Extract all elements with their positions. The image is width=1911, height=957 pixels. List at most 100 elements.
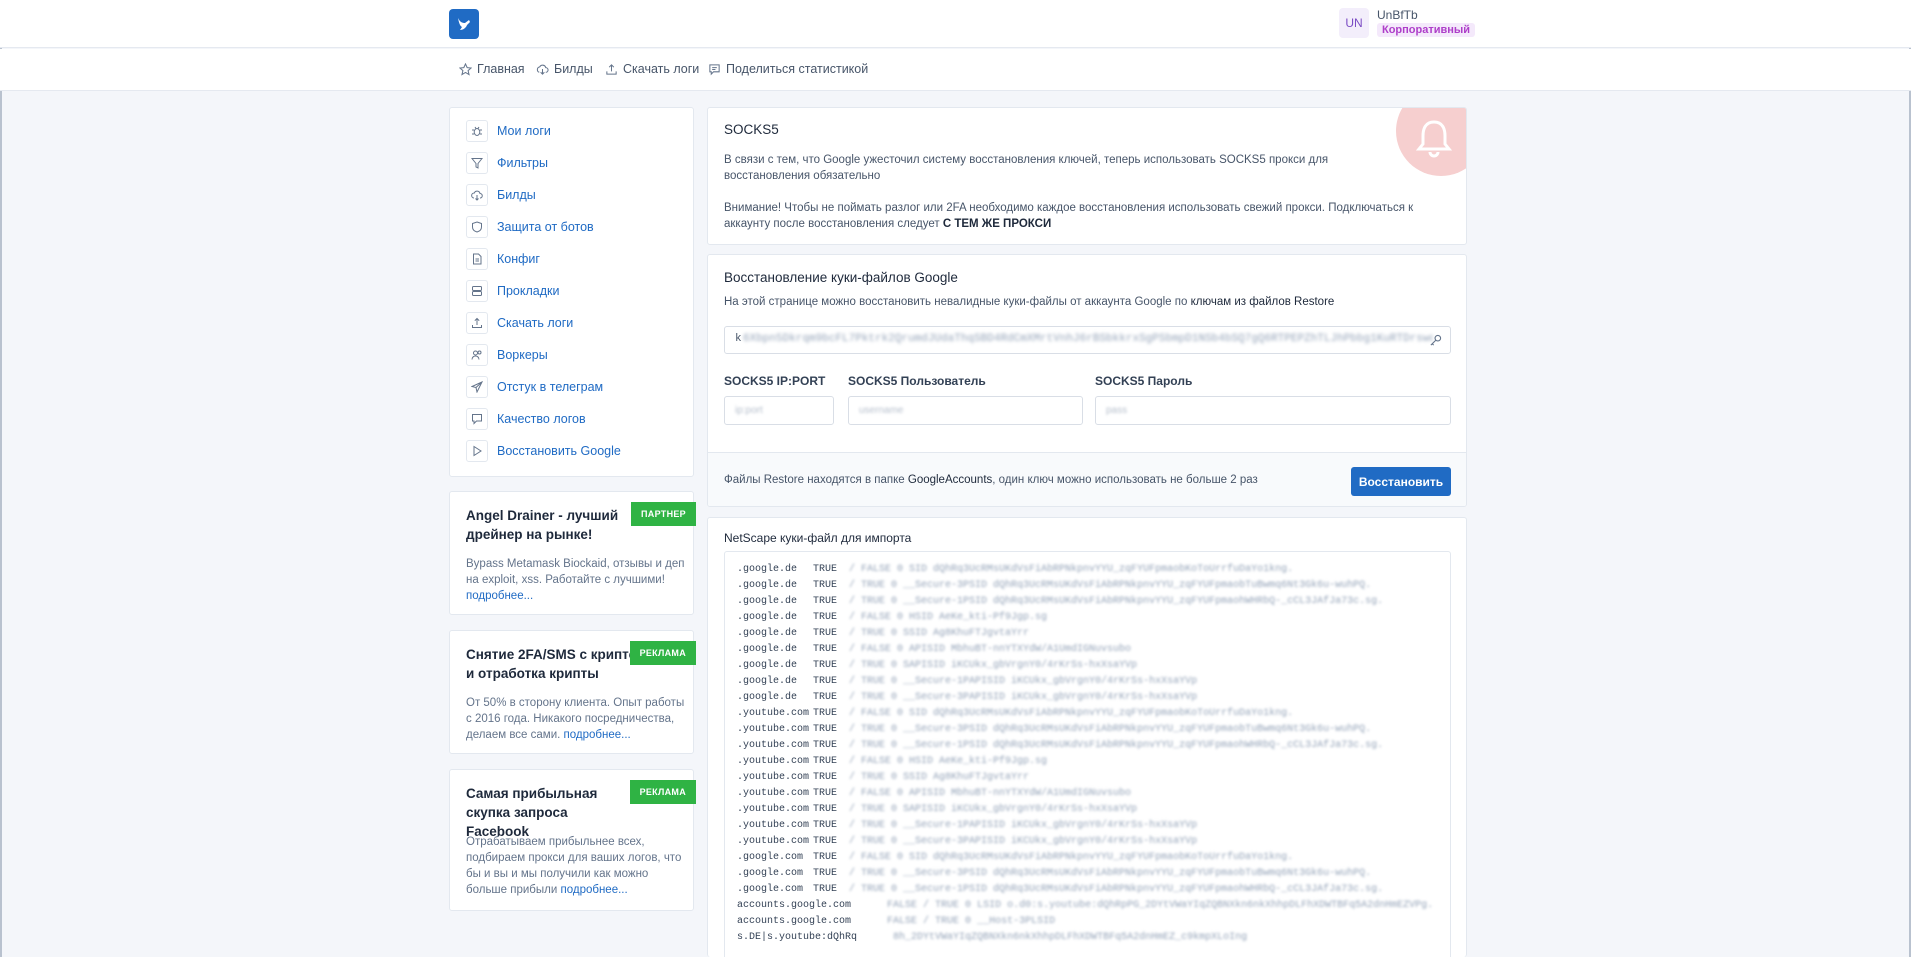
ad-more-link[interactable]: подробнее... xyxy=(564,729,631,741)
field-label-user: SOCKS5 Пользователь xyxy=(848,374,986,388)
cookie-line: .youtube.com TRUE / TRUE 0 __Secure-1PAPI… xyxy=(737,820,1198,831)
sidebar-item-label: Мои логи xyxy=(497,124,551,138)
nav-item-share-stats[interactable]: Поделиться статистикой xyxy=(708,62,868,76)
socks5-notice-text: В связи с тем, что Google ужесточил сист… xyxy=(724,154,1329,182)
cookie-line: accounts.google.com FALSE / TRUE 0 LSID … xyxy=(737,900,1434,911)
ad-badge: РЕКЛАМА xyxy=(629,780,696,804)
ad-badge: ПАРТНЕР xyxy=(631,502,696,526)
ad-text: От 50% в сторону клиента. Опыт работы с … xyxy=(466,697,685,741)
logo[interactable] xyxy=(449,9,479,39)
sidebar-item-label: Защита от ботов xyxy=(497,220,594,234)
file-icon xyxy=(473,253,482,265)
send-icon xyxy=(471,381,483,393)
cookie-line: .google.de TRUE / TRUE 0 SSID Ag8KhuFTJgv… xyxy=(737,628,1030,639)
sidebar-item-log-quality[interactable]: Качество логов xyxy=(466,408,586,430)
key-icon[interactable] xyxy=(1429,334,1442,347)
ad-badge: РЕКЛАМА xyxy=(629,641,696,665)
sidebar-item-download-logs[interactable]: Скачать логи xyxy=(466,312,573,334)
sidebar-item-my-logs[interactable]: Мои логи xyxy=(466,120,551,142)
sidebar-item-label: Восстановить Google xyxy=(497,444,621,458)
cookie-line: .google.de TRUE / TRUE 0 __Secure-3PAPISI… xyxy=(737,692,1198,703)
restore-button[interactable]: Восстановить xyxy=(1351,467,1451,496)
cookie-line: .youtube.com TRUE / TRUE 0 __Secure-3PSID… xyxy=(737,724,1372,735)
socks5-password-input[interactable]: pass xyxy=(1095,396,1451,425)
restore-description: На этой странице можно восстановить нева… xyxy=(724,296,1335,308)
top-bar: UN UnBfTb Корпоративный xyxy=(0,0,1911,48)
cookie-line: .google.de TRUE / TRUE 0 __Secure-1PAPISI… xyxy=(737,676,1198,687)
sidebar-item-builds[interactable]: Билды xyxy=(466,184,536,206)
cloud-download-icon xyxy=(471,190,483,201)
cookie-line: .google.de TRUE / FALSE 0 SID dQhRq3UcRMs… xyxy=(737,564,1294,575)
sidebar-item-label: Качество логов xyxy=(497,412,586,426)
nav-item-label: Поделиться статистикой xyxy=(726,62,869,76)
sidebar-item-telegram[interactable]: Отстук в телеграм xyxy=(466,376,603,398)
socks5-ip-port-input[interactable]: ip:port xyxy=(724,396,834,425)
restore-key-input[interactable]: k 6Xbpn5Dkrqm9bcFL7Pktrk2QrumdJUdaThqSBD… xyxy=(724,326,1451,354)
cookie-line: accounts.google.com FALSE / TRUE 0 __Hos… xyxy=(737,916,1056,927)
star-icon xyxy=(459,62,472,76)
restore-card: Восстановление куки-файлов Google На это… xyxy=(707,254,1467,507)
cookie-line: .google.com TRUE / TRUE 0 __Secure-1PSID … xyxy=(737,884,1384,895)
ad-card-2fa[interactable]: Снятие 2FA/SMS с крипто-бирж и отработка… xyxy=(449,630,696,754)
nav-item-home[interactable]: Главная xyxy=(459,62,525,76)
restore-card-footer: Файлы Restore находятся в папке GoogleAc… xyxy=(708,452,1466,506)
sidebar-item-bot-protection[interactable]: Защита от ботов xyxy=(466,216,594,238)
netscape-cookie-card: NetScape куки-файл для импорта .google.d… xyxy=(707,517,1467,957)
socks5-warning-text: Внимание! Чтобы не поймать разлог или 2F… xyxy=(724,202,1414,230)
upload-icon xyxy=(606,63,617,75)
card-title: Восстановление куки-файлов Google xyxy=(724,270,958,285)
ad-title: Angel Drainer - лучший дрейнер на рынке! xyxy=(466,508,619,542)
nav-bar: Главная Билды Скачать логи Поделиться ст… xyxy=(0,49,1911,91)
cookie-line: .youtube.com TRUE / TRUE 0 __Secure-1PSID… xyxy=(737,740,1384,751)
shield-icon xyxy=(472,221,482,233)
sidebar-item-config[interactable]: Конфиг xyxy=(466,248,540,270)
sidebar-item-label: Воркеры xyxy=(497,348,548,362)
nav-item-label: Главная xyxy=(477,62,525,76)
ad-card-angel-drainer[interactable]: Angel Drainer - лучший дрейнер на рынке!… xyxy=(449,491,696,615)
message-icon xyxy=(472,414,482,425)
cookie-line: .google.com TRUE / TRUE 0 __Secure-3PSID … xyxy=(737,868,1372,879)
sidebar-item-label: Конфиг xyxy=(497,252,540,266)
window-frame-left xyxy=(0,0,2,957)
nav-item-download-logs[interactable]: Скачать логи xyxy=(605,62,699,76)
ad-text: Отрабатываем прибыльнее всех, подбираем … xyxy=(466,836,682,896)
bug-icon xyxy=(472,126,482,136)
nav-item-builds[interactable]: Билды xyxy=(536,62,593,76)
field-label-password: SOCKS5 Пароль xyxy=(1095,374,1193,388)
ad-more-link[interactable]: подробнее... xyxy=(466,590,533,602)
cookie-line: .youtube.com TRUE / FALSE 0 SID dQhRq3UcR… xyxy=(737,708,1294,719)
cloud-download-icon xyxy=(536,64,549,75)
nav-item-label: Билды xyxy=(554,62,593,76)
cookie-line: .google.de TRUE / TRUE 0 SAPISID iKCUkx_g… xyxy=(737,660,1138,671)
sidebar-item-label: Фильтры xyxy=(497,156,548,170)
play-icon xyxy=(473,445,482,457)
user-name: UnBfTb xyxy=(1377,8,1418,22)
cookie-line: .google.de TRUE / FALSE 0 HSID AeKe_kti-P… xyxy=(737,612,1048,623)
cookie-line: .youtube.com TRUE / TRUE 0 __Secure-3PAPI… xyxy=(737,836,1198,847)
cookie-line: .youtube.com TRUE / TRUE 0 SAPISID iKCUkx… xyxy=(737,804,1138,815)
cookie-textarea[interactable]: .google.de TRUE / FALSE 0 SID dQhRq3UcRMs… xyxy=(724,551,1451,957)
upload-icon xyxy=(472,317,482,328)
ad-card-facebook[interactable]: Самая прибыльная скупка запроса Facebook… xyxy=(449,769,696,911)
field-label-ip-port: SOCKS5 IP:PORT xyxy=(724,374,826,388)
ad-text: Bypass Metamask Biockaid, отзывы и деп н… xyxy=(466,558,685,602)
cookie-line: .google.de TRUE / FALSE 0 APISID MbhuBT-n… xyxy=(737,644,1132,655)
sidebar-item-label: Прокладки xyxy=(497,284,560,298)
socks5-user-input[interactable]: username xyxy=(848,396,1083,425)
socks5-notice-card: SOCKS5 В связи с тем, что Google ужесточ… xyxy=(707,107,1467,245)
sidebar-item-label: Скачать логи xyxy=(497,316,574,330)
sidebar-item-filters[interactable]: Фильтры xyxy=(466,152,548,174)
ad-more-link[interactable]: подробнее... xyxy=(560,884,627,896)
server-icon xyxy=(472,286,482,296)
avatar[interactable]: UN xyxy=(1339,8,1369,38)
cookie-line: .google.de TRUE / TRUE 0 __Secure-3PSID d… xyxy=(737,580,1372,591)
sidebar-item-label: Отстук в телеграм xyxy=(497,380,604,394)
sidebar-item-label: Билды xyxy=(497,188,536,202)
card-title: SOCKS5 xyxy=(724,122,779,137)
filter-icon xyxy=(471,158,483,169)
cookie-line: .youtube.com TRUE / FALSE 0 APISID MbhuBT… xyxy=(737,788,1132,799)
sidebar-item-workers[interactable]: Воркеры xyxy=(466,344,548,366)
sidebar-item-restore-google[interactable]: Восстановить Google xyxy=(466,440,621,462)
cookie-line: .youtube.com TRUE / FALSE 0 HSID AeKe_kti… xyxy=(737,756,1048,767)
sidebar-item-proxies[interactable]: Прокладки xyxy=(466,280,560,302)
